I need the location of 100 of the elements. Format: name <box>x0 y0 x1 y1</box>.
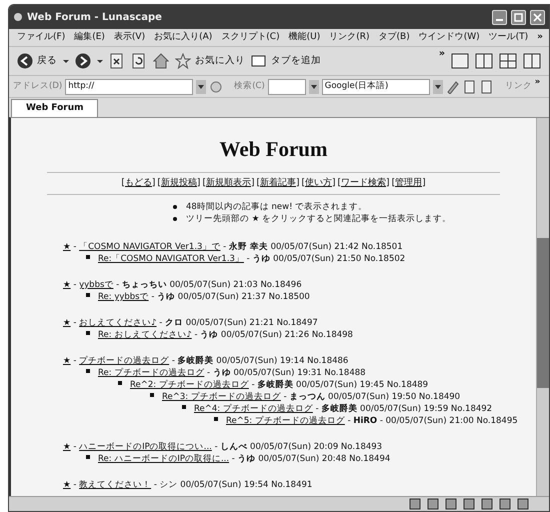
separator-text: - <box>73 242 76 252</box>
bullet-icon <box>86 293 90 297</box>
home-icon[interactable] <box>153 53 169 69</box>
menu-item[interactable]: お気に入り(A) <box>154 30 212 44</box>
menu-item[interactable]: リンク(R) <box>329 30 370 44</box>
bullet-icon <box>173 205 177 209</box>
bullet-icon <box>182 405 186 409</box>
window-title: Web Forum - Lunascape <box>27 10 162 24</box>
refresh-icon[interactable] <box>131 53 147 69</box>
post-byline: - うゆ 00/05/07(Sun) 21:26 No.18498 <box>194 330 353 340</box>
thread-star-link[interactable]: ★ <box>63 480 71 490</box>
forward-button[interactable] <box>75 53 91 69</box>
nav-link[interactable]: [もどる] <box>121 176 156 190</box>
layout-grid-icon[interactable] <box>499 52 517 70</box>
post-title-link[interactable]: Re: ハニーボードのIPの取得に... <box>98 454 230 464</box>
post-title-link[interactable]: Re^3: プチボードの過去ログ <box>162 392 281 402</box>
caret-icon[interactable] <box>97 60 103 62</box>
add-tab-button[interactable]: タブを追加 <box>251 53 321 69</box>
post-byline: - 永野 幸夫 00/05/07(Sun) 21:42 No.18501 <box>223 242 403 252</box>
menu-item[interactable]: ウインドウ(W) <box>418 30 480 44</box>
close-button[interactable] <box>530 10 545 24</box>
separator-text: - <box>73 442 76 452</box>
post-title-link[interactable]: Re^4: プチボードの過去ログ <box>194 404 313 414</box>
bullet-icon <box>86 455 90 459</box>
post-title-link[interactable]: Re:「COSMO NAVIGATOR Ver1.3」 <box>98 254 244 264</box>
separator-text: - <box>73 280 76 290</box>
post-byline: - HiRO - 00/05/07(Sun) 21:00 No.18495 <box>348 416 518 426</box>
thread-star-link[interactable]: ★ <box>63 280 71 290</box>
page-icon[interactable] <box>480 80 494 94</box>
nav-link[interactable]: [使い方] <box>302 176 336 190</box>
search-engine-select[interactable]: Google(日本語) <box>322 78 430 94</box>
post-title-link[interactable]: Re: yybbsで <box>98 292 149 302</box>
nav-link[interactable]: [ワード検索] <box>338 176 390 190</box>
search-field[interactable] <box>268 78 306 94</box>
app-icon <box>13 12 23 22</box>
separator-text: - <box>73 356 76 366</box>
nav-link[interactable]: [管理用] <box>392 176 426 190</box>
close-icon <box>533 12 542 22</box>
bullet-icon <box>150 393 154 397</box>
layout-single-icon[interactable] <box>451 52 469 70</box>
post-byline: - クロ 00/05/07(Sun) 21:21 No.18497 <box>159 318 318 328</box>
thread-star-link[interactable]: ★ <box>63 442 71 452</box>
post-title-link[interactable]: おしえてください♪ <box>79 318 157 328</box>
stop-icon[interactable] <box>109 53 125 69</box>
nav-link[interactable]: [新着記事] <box>256 176 300 190</box>
star-icon <box>175 53 191 69</box>
post-title-link[interactable]: 「COSMO NAVIGATOR Ver1.3」で <box>79 242 220 252</box>
status-icon[interactable] <box>409 498 421 510</box>
dropdown-icon[interactable] <box>196 80 206 94</box>
post-title-link[interactable]: Re: おしえてください♪ <box>98 330 192 340</box>
thread-star-link[interactable]: ★ <box>63 356 71 366</box>
page-icon[interactable] <box>462 80 477 94</box>
layout-panel-icon[interactable] <box>523 52 541 70</box>
dropdown-icon[interactable] <box>432 80 443 94</box>
post-title-link[interactable]: プチボードの過去ログ <box>79 356 170 366</box>
maximize-button[interactable] <box>511 10 526 24</box>
menu-item[interactable]: ファイル(F) <box>17 30 66 44</box>
pen-icon[interactable] <box>446 80 460 94</box>
menu-item[interactable]: 編集(E) <box>74 30 105 44</box>
menu-item[interactable]: 表示(V) <box>114 30 146 44</box>
back-button[interactable]: 戻る <box>17 53 57 69</box>
menu-item[interactable]: スクリプト(C) <box>221 30 280 44</box>
layout-split-icon[interactable] <box>475 52 493 70</box>
page-heading: Web Forum <box>218 136 328 163</box>
post-title-link[interactable]: yybbsで <box>79 280 114 290</box>
address-field[interactable]: http:// <box>65 78 194 94</box>
post-title-link[interactable]: 教えてください！ <box>79 480 152 490</box>
notice-text: 48時間以内の記事は new! で表示されます。 <box>186 201 368 213</box>
dropdown-icon[interactable] <box>308 80 319 94</box>
address-label: アドレス(D) <box>13 80 62 93</box>
post-byline: - 多岐爵美 00/05/07(Sun) 19:59 No.18492 <box>316 404 492 414</box>
post-title-link[interactable]: Re: プチボードの過去ログ <box>98 368 204 378</box>
status-icon[interactable] <box>427 498 439 510</box>
post-title-link[interactable]: Re^2: プチボードの過去ログ <box>130 380 249 390</box>
maximize-icon <box>514 12 523 22</box>
nav-link[interactable]: [新規投稿] <box>157 176 200 190</box>
post-title-link[interactable]: Re^5: プチボードの過去ログ <box>226 416 345 426</box>
menu-item[interactable]: 機能(U) <box>288 30 320 44</box>
favorites-button[interactable]: お気に入り <box>175 53 245 69</box>
nav-link[interactable]: [新規順表示] <box>202 176 254 190</box>
search-label: 検索(C) <box>234 80 265 93</box>
scrollbar[interactable] <box>536 118 549 496</box>
browser-tab[interactable]: Web Forum <box>11 98 98 117</box>
menu-item[interactable]: タブ(B) <box>378 30 410 44</box>
menu-overflow-button[interactable]: » <box>537 30 543 44</box>
post-byline: - うゆ 00/05/07(Sun) 19:31 No.18488 <box>207 368 366 378</box>
post-title-link[interactable]: ハニーボードのIPの取得につい... <box>79 442 212 452</box>
caret-icon[interactable] <box>63 60 69 62</box>
thread-star-link[interactable]: ★ <box>63 242 71 252</box>
post-byline: - 多岐爵美 00/05/07(Sun) 19:14 No.18486 <box>172 356 348 366</box>
toolbar-overflow-button[interactable]: » <box>438 47 445 62</box>
status-icon[interactable] <box>499 498 511 510</box>
links-overflow-button[interactable]: » <box>534 76 540 89</box>
status-icon[interactable] <box>517 498 529 510</box>
menu-item[interactable]: ツール(T) <box>488 30 528 44</box>
bullet-icon <box>86 331 90 335</box>
minimize-button[interactable] <box>492 10 507 24</box>
post-byline: - シン 00/05/07(Sun) 19:54 No.18491 <box>154 480 312 490</box>
thread-star-link[interactable]: ★ <box>63 318 71 328</box>
bullet-icon <box>86 255 90 259</box>
